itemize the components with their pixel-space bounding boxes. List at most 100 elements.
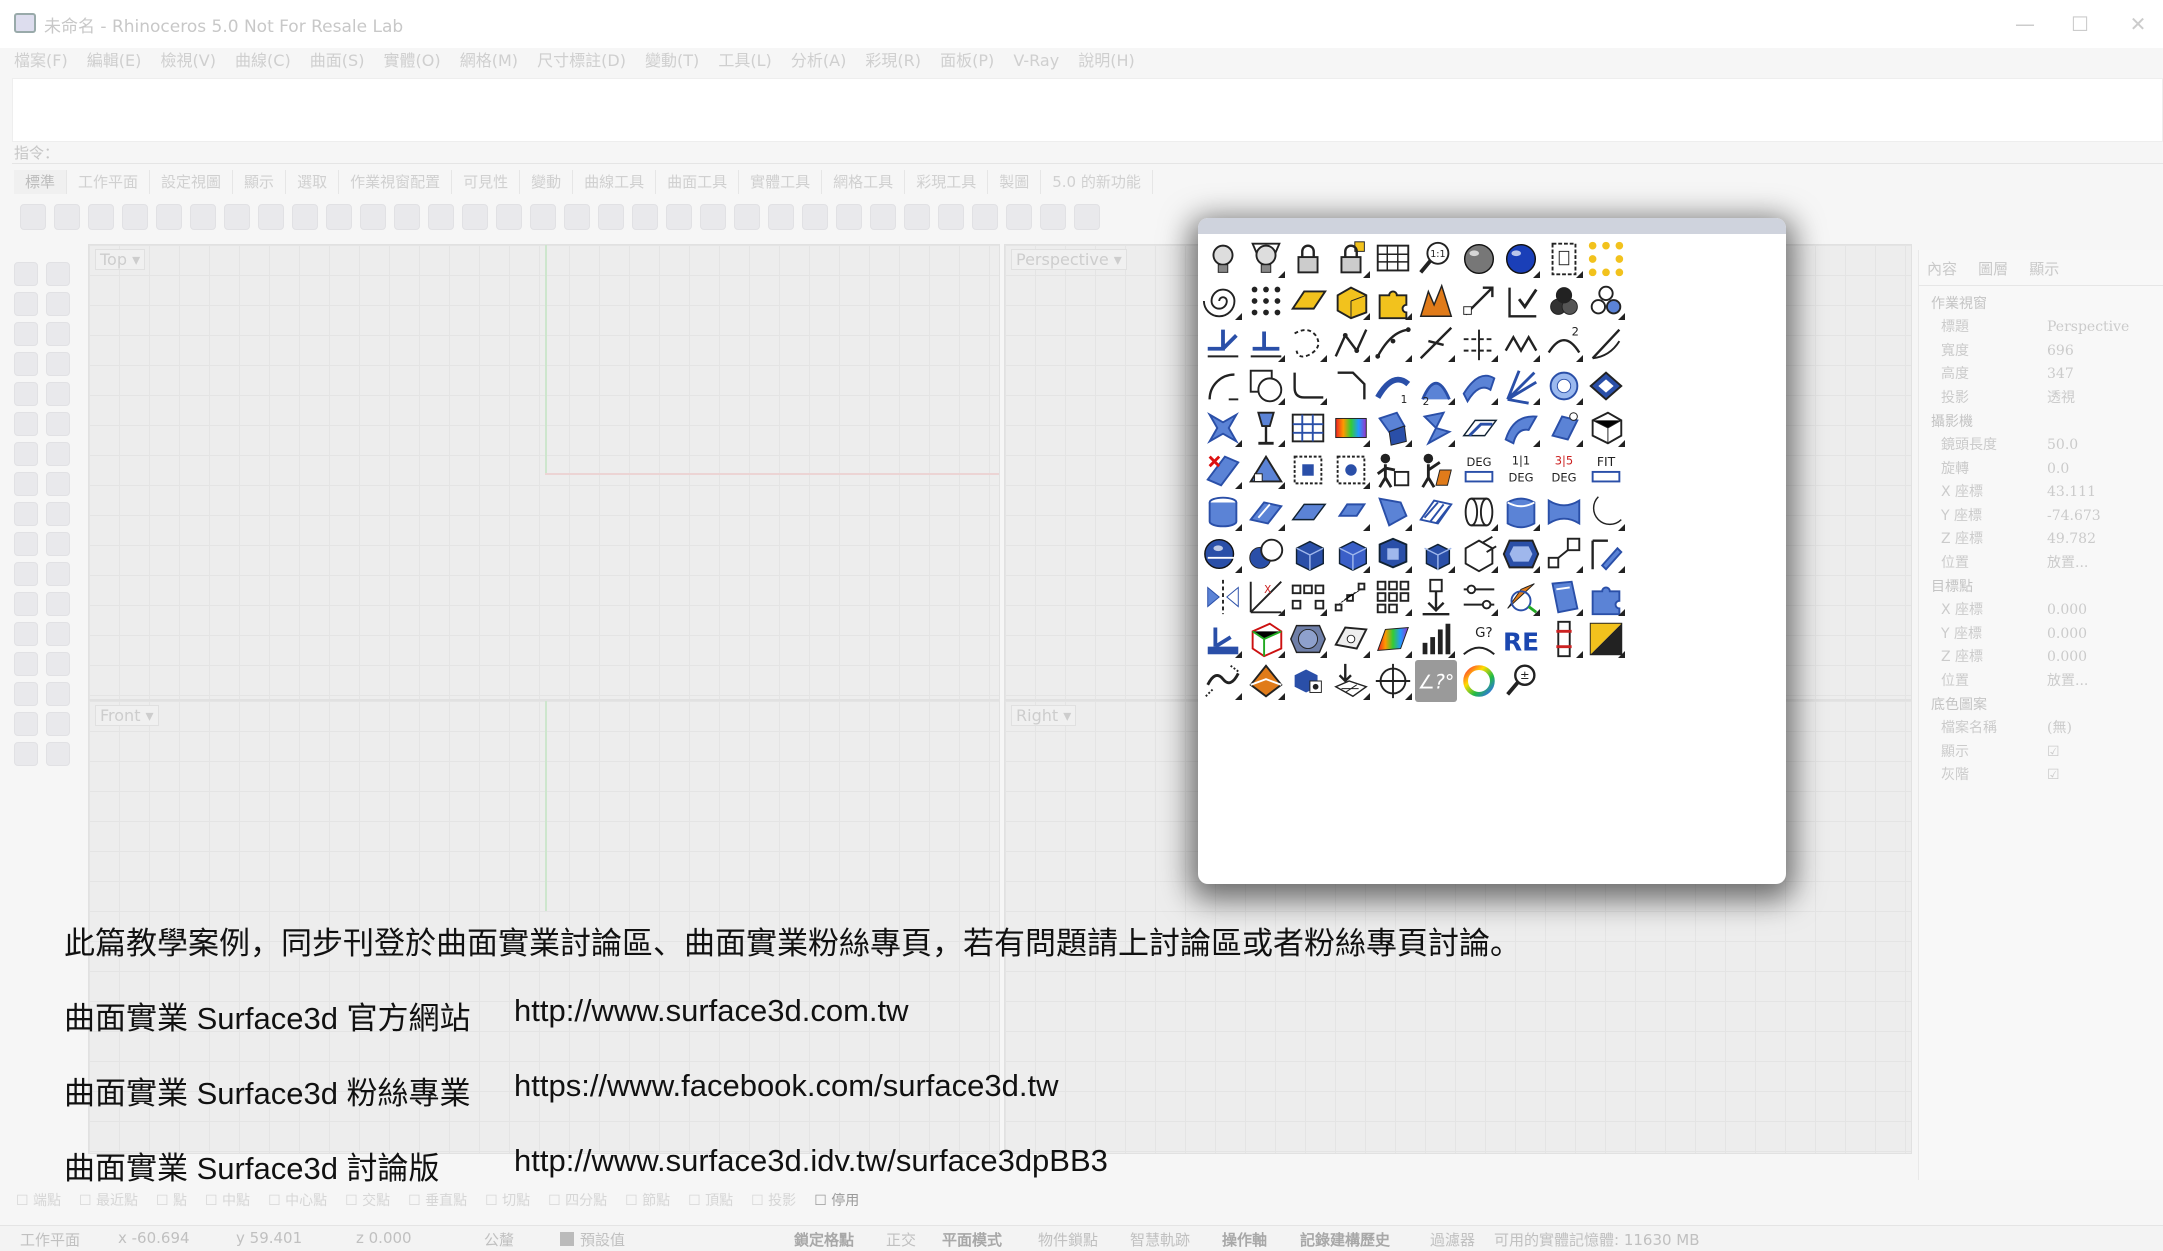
- camera-icon[interactable]: [632, 204, 658, 230]
- boolean-difference-icon[interactable]: [1245, 533, 1287, 575]
- chain-link-icon[interactable]: [1202, 660, 1244, 702]
- crescent-icon[interactable]: [1585, 491, 1627, 533]
- set-pt-icon[interactable]: [1415, 576, 1457, 618]
- select-icon[interactable]: [972, 204, 998, 230]
- cylinder-outline-icon[interactable]: [1202, 491, 1244, 533]
- curve-degree-icon[interactable]: 2: [1543, 322, 1585, 364]
- scale-icon[interactable]: [1458, 280, 1500, 322]
- maximize-button[interactable]: ☐: [2060, 10, 2100, 38]
- import-icon[interactable]: [156, 204, 182, 230]
- panel-row-value[interactable]: 49.782: [2047, 528, 2096, 551]
- mirror-icon[interactable]: [1202, 576, 1244, 618]
- funnel-icon[interactable]: [1245, 407, 1287, 449]
- panel-tab-display[interactable]: 顯示: [2021, 250, 2067, 287]
- osnap-checkbox[interactable]: ☐ 中點: [205, 1190, 250, 1210]
- loft-outline-icon[interactable]: [1458, 491, 1500, 533]
- color-wheel-icon[interactable]: [1458, 660, 1500, 702]
- gumball-icon[interactable]: [1500, 576, 1542, 618]
- shade-icon[interactable]: [802, 204, 828, 230]
- sidebar-tool-icon[interactable]: [46, 562, 70, 586]
- panel-row[interactable]: 鏡頭長度 50.0: [1919, 434, 2163, 458]
- zebra-icon[interactable]: [1372, 618, 1414, 660]
- osnap-checkbox[interactable]: ☐ 點: [156, 1190, 187, 1210]
- menu-file[interactable]: 檔案(F): [14, 46, 68, 76]
- viewport-top[interactable]: Top ▾: [88, 244, 1000, 700]
- print-icon[interactable]: [122, 204, 148, 230]
- intersect-icon[interactable]: [1415, 322, 1457, 364]
- sidebar-tool-icon[interactable]: [46, 682, 70, 706]
- patch-icon[interactable]: [1585, 365, 1627, 407]
- menu-dimension[interactable]: 尺寸標註(D): [537, 46, 626, 76]
- sweep2-icon[interactable]: 2: [1415, 365, 1457, 407]
- extrude-faces-icon[interactable]: [1458, 533, 1500, 575]
- crosshair-icon[interactable]: [1372, 660, 1414, 702]
- lock-icon[interactable]: [768, 204, 794, 230]
- panel-row[interactable]: 旋轉 0.0: [1919, 458, 2163, 482]
- box-icon[interactable]: [1287, 533, 1329, 575]
- zoom-window-icon[interactable]: [394, 204, 420, 230]
- zoom-dynamic-icon[interactable]: [428, 204, 454, 230]
- menu-help[interactable]: 說明(H): [1078, 46, 1135, 76]
- osnap-checkbox[interactable]: ☐ 停用: [814, 1190, 859, 1210]
- sidebar-tool-icon[interactable]: [14, 262, 38, 286]
- sidebar-tool-icon[interactable]: [46, 712, 70, 736]
- degree-1-1-icon[interactable]: 1|1 DEG: [1500, 449, 1542, 491]
- pan-icon[interactable]: [326, 204, 352, 230]
- osnap-checkbox[interactable]: ☐ 節點: [625, 1190, 670, 1210]
- trim-blue-icon[interactable]: [1245, 322, 1287, 364]
- array-curve-icon[interactable]: [1330, 576, 1372, 618]
- panel-row-value[interactable]: 0.000: [2047, 646, 2087, 669]
- panel-row-value[interactable]: ☑: [2047, 764, 2060, 787]
- viewport-label-top[interactable]: Top ▾: [95, 249, 146, 270]
- sidebar-tool-icon[interactable]: [46, 292, 70, 316]
- status-smarttrack[interactable]: 智慧軌跡: [1130, 1229, 1190, 1250]
- four-views-icon[interactable]: [564, 204, 590, 230]
- save-icon[interactable]: [88, 204, 114, 230]
- rail-srf-icon[interactable]: [1500, 407, 1542, 449]
- status-ortho[interactable]: 正交: [886, 1229, 916, 1250]
- caption-url[interactable]: https://www.facebook.com/surface3d.tw: [514, 1068, 1058, 1104]
- osnap-checkbox[interactable]: ☐ 投影: [751, 1190, 796, 1210]
- iso-srf-icon[interactable]: [1245, 491, 1287, 533]
- blend-srf-icon[interactable]: [1202, 407, 1244, 449]
- frame-icon[interactable]: [700, 204, 726, 230]
- floating-tool-palette[interactable]: 1:1 2 1 2 DEG 1|1 DEG 3|5 DEG FIT X G? RE ∠?° ±: [1198, 218, 1786, 884]
- tab-mesh-tools[interactable]: 網格工具: [822, 170, 906, 194]
- sidebar-tool-icon[interactable]: [14, 652, 38, 676]
- mesh-grid-icon[interactable]: [1287, 407, 1329, 449]
- corner-srf-icon[interactable]: [1372, 491, 1414, 533]
- rotate-view-icon[interactable]: [530, 204, 556, 230]
- status-grid-snap[interactable]: 鎖定格點: [794, 1229, 854, 1250]
- menu-edit[interactable]: 編輯(E): [87, 46, 142, 76]
- shell-solid-icon[interactable]: [1500, 533, 1542, 575]
- zoom-in-out-icon[interactable]: ±: [1500, 660, 1542, 702]
- panel-row[interactable]: 高度 347: [1919, 363, 2163, 387]
- undo-icon[interactable]: [292, 204, 318, 230]
- plane-icon[interactable]: [1287, 491, 1329, 533]
- tab-set-view[interactable]: 設定視圖: [150, 170, 234, 194]
- status-filter[interactable]: 過濾器: [1430, 1229, 1475, 1250]
- panel-row[interactable]: 顯示 ☑: [1919, 741, 2163, 765]
- menu-vray[interactable]: V-Ray: [1013, 46, 1059, 76]
- edit-tool-icon[interactable]: [1585, 533, 1627, 575]
- target-icon[interactable]: [666, 204, 692, 230]
- panel-row-value[interactable]: 347: [2047, 363, 2074, 386]
- status-layer[interactable]: 預設值: [580, 1229, 625, 1250]
- help-icon[interactable]: [1074, 204, 1100, 230]
- bulb-on-icon[interactable]: [1202, 238, 1244, 280]
- menu-tools[interactable]: 工具(L): [718, 46, 771, 76]
- history-bar-icon[interactable]: [1543, 618, 1585, 660]
- continuity-check-icon[interactable]: G?: [1458, 618, 1500, 660]
- ruled-srf-icon[interactable]: [1415, 491, 1457, 533]
- fit-srf-icon[interactable]: FIT: [1585, 449, 1627, 491]
- sidebar-tool-icon[interactable]: [46, 382, 70, 406]
- panel-row[interactable]: Y 座標 0.000: [1919, 623, 2163, 647]
- tab-transform[interactable]: 變動: [520, 170, 574, 194]
- paste-icon[interactable]: [258, 204, 284, 230]
- osnap-checkbox[interactable]: ☐ 中心點: [268, 1190, 327, 1210]
- sidebar-tool-icon[interactable]: [14, 532, 38, 556]
- tab-curve-tools[interactable]: 曲線工具: [573, 170, 657, 194]
- revolve-icon[interactable]: [1543, 365, 1585, 407]
- degree-3-5-icon[interactable]: 3|5 DEG: [1543, 449, 1585, 491]
- srf-point-icon[interactable]: [1330, 618, 1372, 660]
